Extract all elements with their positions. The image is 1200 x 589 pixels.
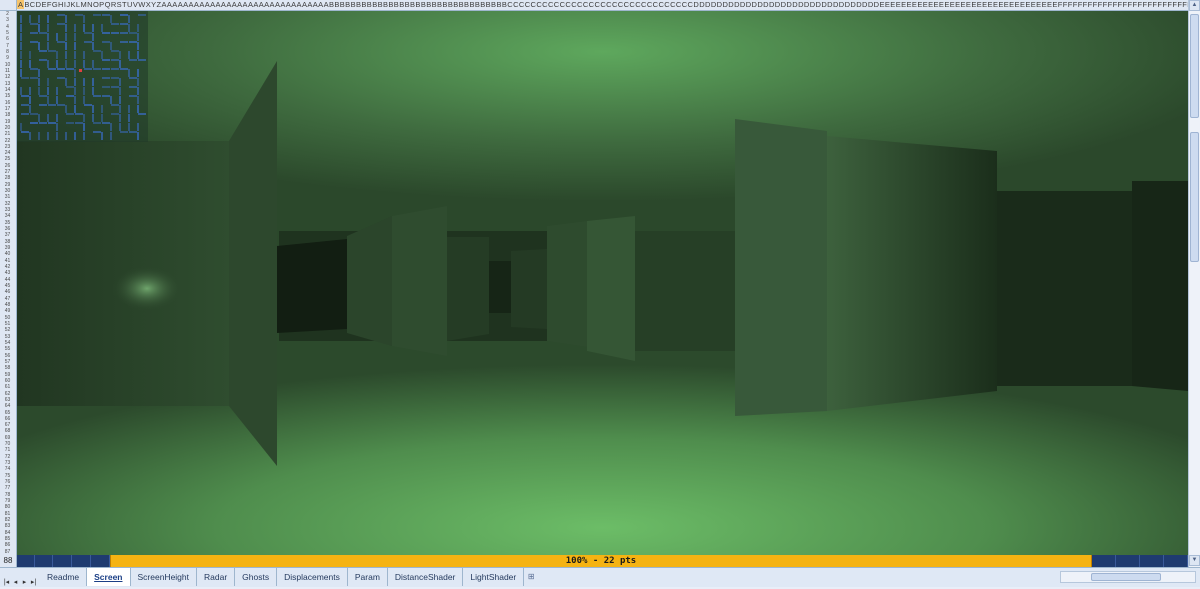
status-cell[interactable] — [17, 555, 35, 567]
sheet-tab-displacements[interactable]: Displacements — [277, 568, 348, 586]
status-cell[interactable] — [35, 555, 53, 567]
sheet-tab-bar: |◂ ◂ ▸ ▸| Readme Screen ScreenHeight Radar Ghos… — [0, 567, 1200, 587]
left-wall-segment-4 — [447, 237, 489, 341]
insert-sheet-icon[interactable]: ⊞ — [524, 568, 538, 586]
sheet-tab-screenheight[interactable]: ScreenHeight — [130, 568, 198, 586]
right-wall-front — [735, 119, 827, 416]
excel-window: ABCDEFGHIJKLMNOPQRSTUVWXYZAAAAAAAAAAAAAA… — [0, 0, 1200, 587]
first-sheet-icon[interactable]: |◂ — [2, 577, 11, 589]
status-cell[interactable] — [91, 555, 110, 567]
player-marker — [79, 69, 82, 72]
sheet-tab-param[interactable]: Param — [347, 568, 388, 586]
right-wall-segment-1 — [547, 221, 587, 347]
column-header: ABCDEFGHIJKLMNOPQRSTUVWXYZAAAAAAAAAAAAAA… — [0, 0, 1188, 11]
prev-sheet-icon[interactable]: ◂ — [11, 577, 20, 589]
wall-light — [112, 266, 182, 311]
left-wall-segment-2 — [347, 216, 392, 346]
column-label-strip[interactable]: BCDEFGHIJKLMNOPQRSTUVWXYZAAAAAAAAAAAAAAA… — [24, 0, 1188, 9]
sheet-tab-lightshader[interactable]: LightShader — [463, 568, 525, 586]
horizontal-scrollbar[interactable] — [1060, 571, 1196, 583]
select-all-corner[interactable] — [0, 0, 17, 10]
left-wall-segment-3 — [392, 206, 447, 356]
status-cell[interactable] — [1164, 555, 1188, 567]
maze-3d-view — [17, 11, 1188, 555]
right-far-wall — [1132, 181, 1188, 391]
scroll-up-icon[interactable]: ▲ — [1189, 0, 1200, 11]
row-label-88[interactable]: 88 — [0, 555, 17, 567]
sheet-tab-radar[interactable]: Radar — [197, 568, 236, 586]
sheet-tab-readme[interactable]: Readme — [40, 568, 88, 586]
right-wall-receding — [827, 136, 997, 411]
status-row: 100% - 22 pts — [17, 555, 1188, 567]
sheet-tab-distanceshader[interactable]: DistanceShader — [387, 568, 464, 586]
status-cell[interactable] — [1140, 555, 1164, 567]
status-cell[interactable] — [72, 555, 91, 567]
horizontal-scroll-thumb[interactable] — [1091, 573, 1161, 581]
radar-minimap — [17, 11, 148, 142]
sheet-tab-screen[interactable]: Screen — [87, 568, 131, 586]
next-sheet-icon[interactable]: ▸ — [20, 577, 29, 589]
right-wall-segment-2 — [587, 216, 635, 361]
scroll-thumb-lower[interactable] — [1190, 132, 1199, 262]
status-cell[interactable] — [1116, 555, 1140, 567]
right-wall-segment-3 — [635, 231, 735, 351]
scroll-down-icon[interactable]: ▼ — [1189, 555, 1200, 566]
left-opening — [277, 239, 347, 333]
status-text: 100% - 22 pts — [565, 556, 637, 566]
scroll-thumb[interactable] — [1190, 14, 1199, 118]
column-labels: ABCDEFGHIJKLMNOPQRSTUVWXYZAAAAAAAAAAAAAA… — [17, 0, 1188, 10]
status-cell[interactable] — [1092, 555, 1116, 567]
center-wall — [511, 249, 547, 329]
status-bar: 100% - 22 pts — [110, 555, 1092, 567]
status-cell[interactable] — [53, 555, 72, 567]
last-sheet-icon[interactable]: ▸| — [29, 577, 38, 589]
game-viewport — [17, 11, 1188, 555]
row-header: 2 3 4 5 6 7 8 9 10 11 12 13 14 15 16 17 18 19 20 21 22 23 24 25… — [0, 11, 17, 567]
sheet-tab-ghosts[interactable]: Ghosts — [235, 568, 278, 586]
vertical-scrollbar[interactable]: ▲ ▼ — [1188, 0, 1200, 567]
sheet-nav: |◂ ◂ ▸ ▸| — [2, 571, 38, 586]
deep-opening — [489, 261, 511, 313]
sheet-tabs: Readme Screen ScreenHeight Radar Ghosts Displ… — [40, 568, 538, 588]
